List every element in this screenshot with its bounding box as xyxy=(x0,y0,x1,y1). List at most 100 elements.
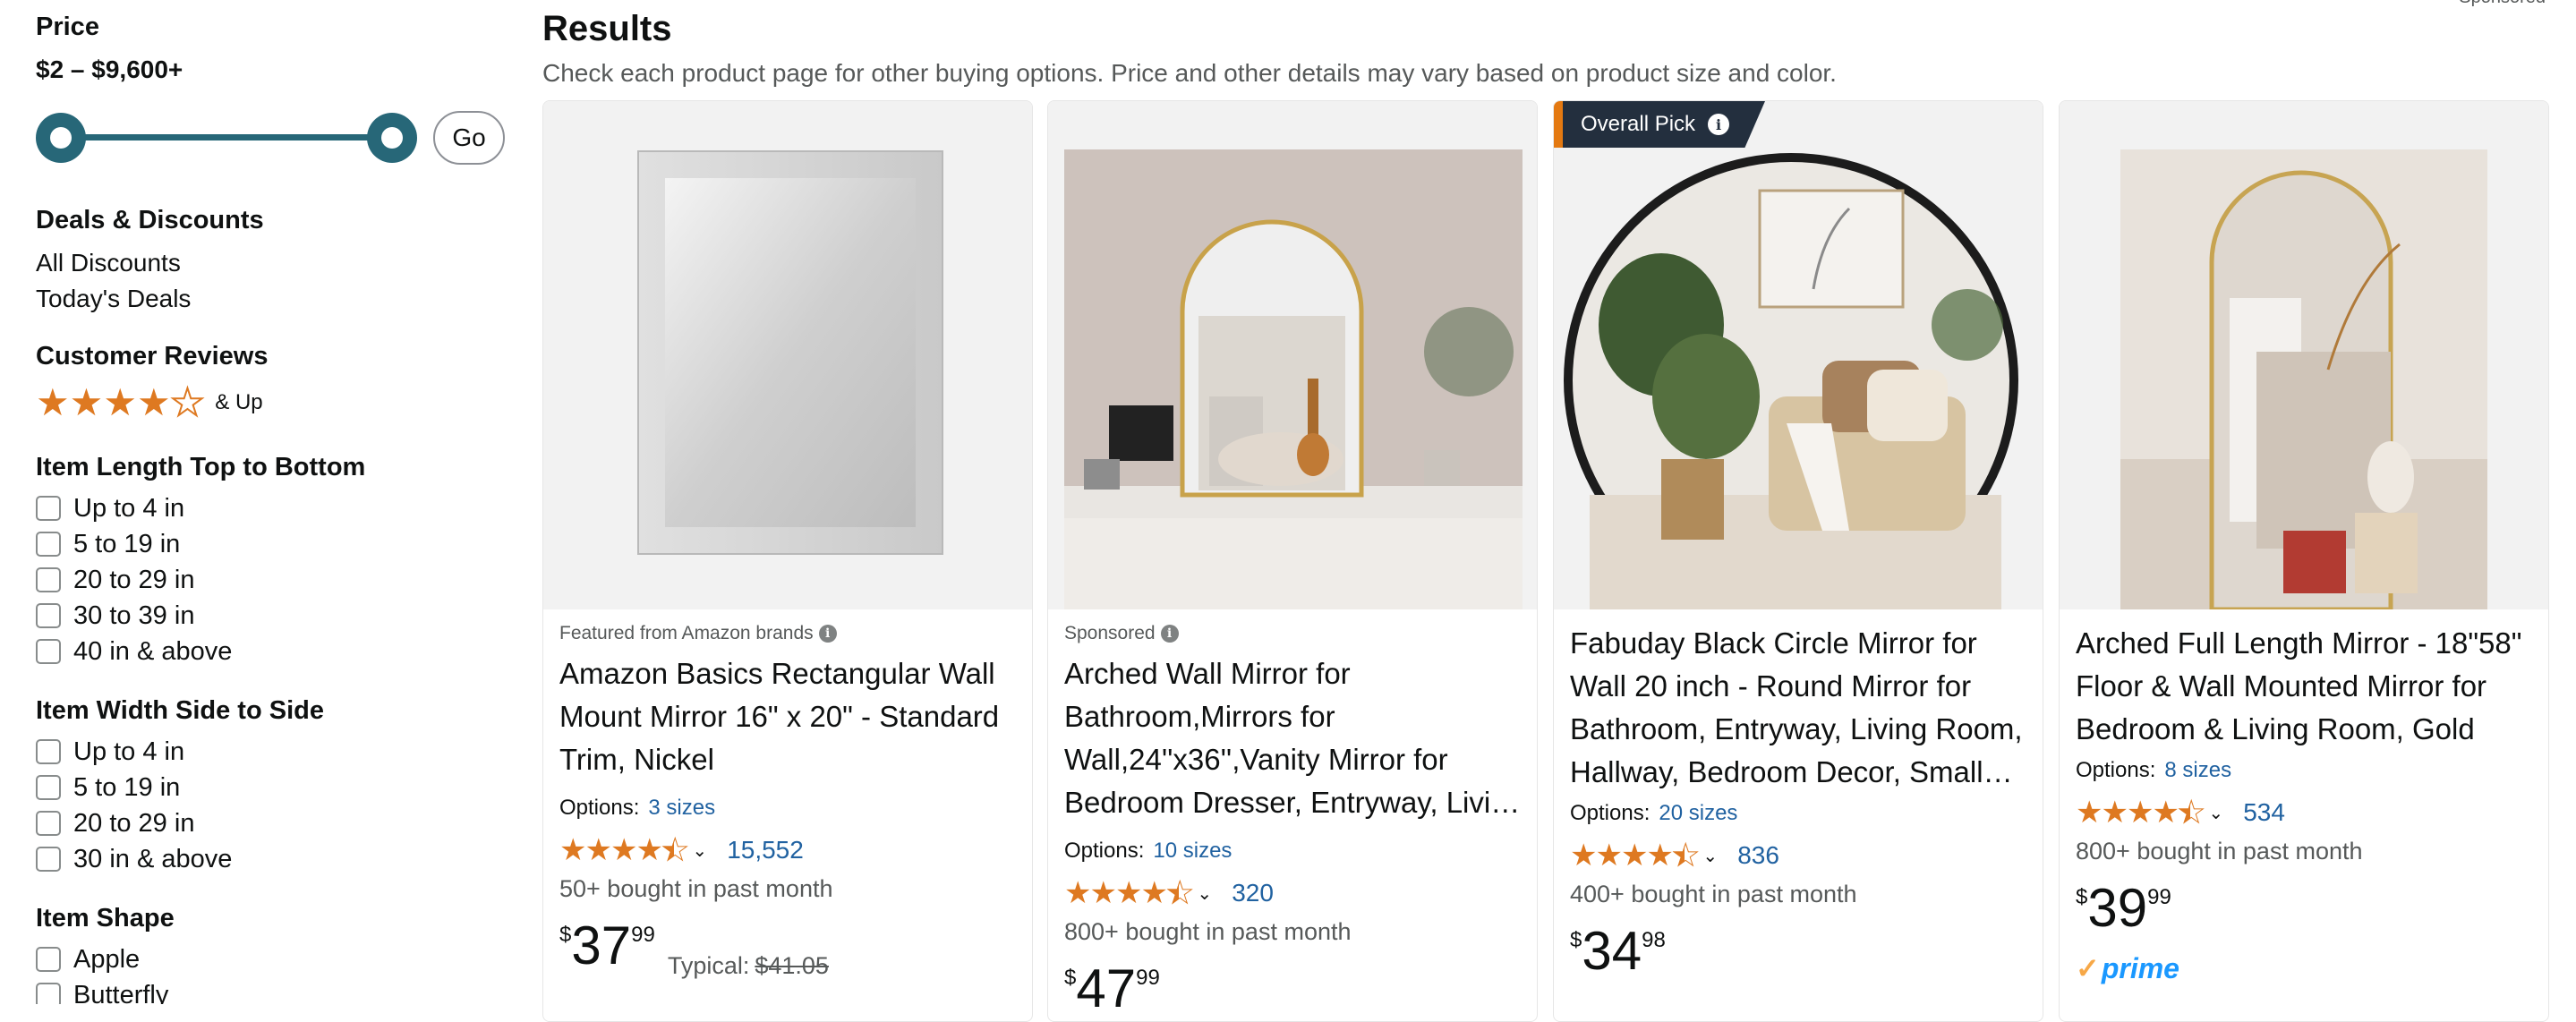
width-option-30-above[interactable]: 30 in & above xyxy=(36,843,232,875)
sponsored-badge: Sponsored i xyxy=(1064,620,1530,647)
checkbox[interactable] xyxy=(36,567,61,592)
product-card: Sponsored i Arched Wall Mirror for Bathr… xyxy=(1047,100,1538,1022)
product-image xyxy=(1564,153,2018,611)
star-full-icon: ★ xyxy=(1114,876,1143,910)
width-option-5-19[interactable]: 5 to 19 in xyxy=(36,771,180,804)
options-sizes-link[interactable]: 3 sizes xyxy=(648,796,715,821)
product-price[interactable]: $ 37 99 Typical: $41.05 xyxy=(559,917,1025,982)
checkbox[interactable] xyxy=(36,983,61,1004)
price-go-button[interactable]: Go xyxy=(433,111,505,165)
product-image xyxy=(637,150,943,555)
prime-check-icon: ✓ xyxy=(2076,952,2100,984)
checkbox-label: Butterfly xyxy=(73,980,169,1005)
product-image-link[interactable] xyxy=(543,101,1032,609)
product-title[interactable]: Fabuday Black Circle Mirror for Wall 20 … xyxy=(1570,622,2035,794)
overall-pick-text: Overall Pick xyxy=(1581,112,1696,136)
length-option-up-to-4[interactable]: Up to 4 in xyxy=(36,492,184,524)
length-heading: Item Length Top to Bottom xyxy=(36,453,366,481)
info-icon[interactable]: i xyxy=(818,625,837,643)
deal-link-all-discounts[interactable]: All Discounts xyxy=(36,249,181,277)
product-image-link[interactable]: Overall Pick i xyxy=(1554,101,2043,611)
rating-stars[interactable]: ★ ★ ★ ★ ★ ⌄ xyxy=(1570,838,1718,873)
price-slider-min-handle[interactable] xyxy=(36,113,86,163)
star-full-icon: ★ xyxy=(559,833,587,867)
chevron-down-icon[interactable]: ⌄ xyxy=(2208,802,2223,823)
chevron-down-icon[interactable]: ⌄ xyxy=(692,839,707,861)
price-slider-track[interactable] xyxy=(61,134,403,141)
filter-sidebar: Price $2 – $9,600+ Go Deals & Discounts … xyxy=(36,0,519,1004)
product-price[interactable]: $ 39 99 xyxy=(2076,880,2541,944)
price-whole: 34 xyxy=(1582,921,1642,981)
checkbox[interactable] xyxy=(36,847,61,872)
product-title[interactable]: Arched Wall Mirror for Bathroom,Mirrors … xyxy=(1064,652,1530,824)
price-symbol: $ xyxy=(559,923,572,947)
width-option-up-to-4[interactable]: Up to 4 in xyxy=(36,736,184,768)
length-option-30-39[interactable]: 30 to 39 in xyxy=(36,600,194,632)
checkbox-label: 30 in & above xyxy=(73,844,233,873)
product-options: Options: 10 sizes xyxy=(1064,835,1530,867)
checkbox[interactable] xyxy=(36,739,61,764)
deals-heading: Deals & Discounts xyxy=(36,206,264,234)
checkbox[interactable] xyxy=(36,496,61,521)
star-full-icon: ★ xyxy=(2152,796,2179,830)
product-price[interactable]: $ 34 98 xyxy=(1570,923,2035,987)
options-label: Options: xyxy=(1570,801,1651,825)
checkbox[interactable] xyxy=(36,532,61,557)
product-card: Featured from Amazon brands i Amazon Bas… xyxy=(542,100,1033,1022)
product-image-link[interactable] xyxy=(2060,101,2548,612)
length-option-40-above[interactable]: 40 in & above xyxy=(36,635,232,668)
star-full-icon: ★ xyxy=(2101,796,2128,830)
price-fraction: 99 xyxy=(2147,885,2171,909)
shape-option-butterfly[interactable]: Butterfly xyxy=(36,979,168,1004)
rating-stars[interactable]: ★ ★ ★ ★ ★ ⌄ xyxy=(559,832,707,868)
shape-heading: Item Shape xyxy=(36,904,175,933)
checkbox-label: Up to 4 in xyxy=(73,737,185,766)
rating-stars[interactable]: ★ ★ ★ ★ ★ ⌄ xyxy=(1064,875,1212,911)
width-heading: Item Width Side to Side xyxy=(36,696,324,725)
price-range-value: $2 – $9,600+ xyxy=(36,55,183,83)
checkbox-label: 20 to 29 in xyxy=(73,565,195,594)
star-full-icon: ★ xyxy=(1620,839,1649,873)
chevron-down-icon[interactable]: ⌄ xyxy=(1702,845,1718,866)
star-full-icon: ★ xyxy=(136,381,171,423)
chevron-down-icon[interactable]: ⌄ xyxy=(1197,882,1212,904)
bought-in-past-month: 800+ bought in past month xyxy=(2076,837,2363,864)
checkbox[interactable] xyxy=(36,775,61,800)
options-sizes-link[interactable]: 8 sizes xyxy=(2164,758,2231,783)
product-card: Arched Full Length Mirror - 18"58" Floor… xyxy=(2059,100,2549,1022)
options-sizes-link[interactable]: 20 sizes xyxy=(1659,801,1737,826)
and-up-label: & Up xyxy=(215,390,263,414)
price-whole: 47 xyxy=(1076,958,1137,1018)
review-count-link[interactable]: 534 xyxy=(2243,798,2285,827)
info-icon[interactable]: i xyxy=(1708,114,1730,135)
review-count-link[interactable]: 320 xyxy=(1232,879,1274,907)
review-count-link[interactable]: 15,552 xyxy=(727,836,804,864)
width-option-20-29[interactable]: 20 to 29 in xyxy=(36,807,194,839)
checkbox[interactable] xyxy=(36,603,61,628)
product-price[interactable]: $ 47 99 xyxy=(1064,958,1530,1021)
price-slider-max-handle[interactable] xyxy=(367,113,417,163)
price-symbol: $ xyxy=(1064,966,1077,990)
checkbox[interactable] xyxy=(36,947,61,972)
star-full-icon: ★ xyxy=(1595,839,1623,873)
checkbox-label: 5 to 19 in xyxy=(73,529,181,558)
checkbox[interactable] xyxy=(36,811,61,836)
product-title[interactable]: Arched Full Length Mirror - 18"58" Floor… xyxy=(2076,622,2541,751)
options-sizes-link[interactable]: 10 sizes xyxy=(1153,839,1232,864)
product-title[interactable]: Amazon Basics Rectangular Wall Mount Mir… xyxy=(559,652,1025,781)
rating-row: ★ ★ ★ ★ ★ ⌄ 836 xyxy=(1570,835,2035,876)
checkbox[interactable] xyxy=(36,639,61,664)
length-option-5-19[interactable]: 5 to 19 in xyxy=(36,528,180,560)
product-image-link[interactable] xyxy=(1048,101,1537,609)
rating-stars[interactable]: ★ ★ ★ ★ ★ ⌄ xyxy=(2076,795,2223,830)
deal-link-todays-deals[interactable]: Today's Deals xyxy=(36,285,191,313)
rating-filter-4-up[interactable]: ★ ★ ★ ★ ★ & Up xyxy=(36,381,263,423)
star-full-icon: ★ xyxy=(103,381,137,423)
info-icon[interactable]: i xyxy=(1160,625,1179,643)
rating-row: ★ ★ ★ ★ ★ ⌄ 534 xyxy=(2076,792,2541,833)
review-count-link[interactable]: 836 xyxy=(1737,841,1779,870)
length-option-20-29[interactable]: 20 to 29 in xyxy=(36,564,194,596)
results-subtitle: Check each product page for other buying… xyxy=(542,59,1837,87)
bought-in-past-month: 50+ bought in past month xyxy=(559,874,833,902)
shape-option-apple[interactable]: Apple xyxy=(36,943,140,975)
